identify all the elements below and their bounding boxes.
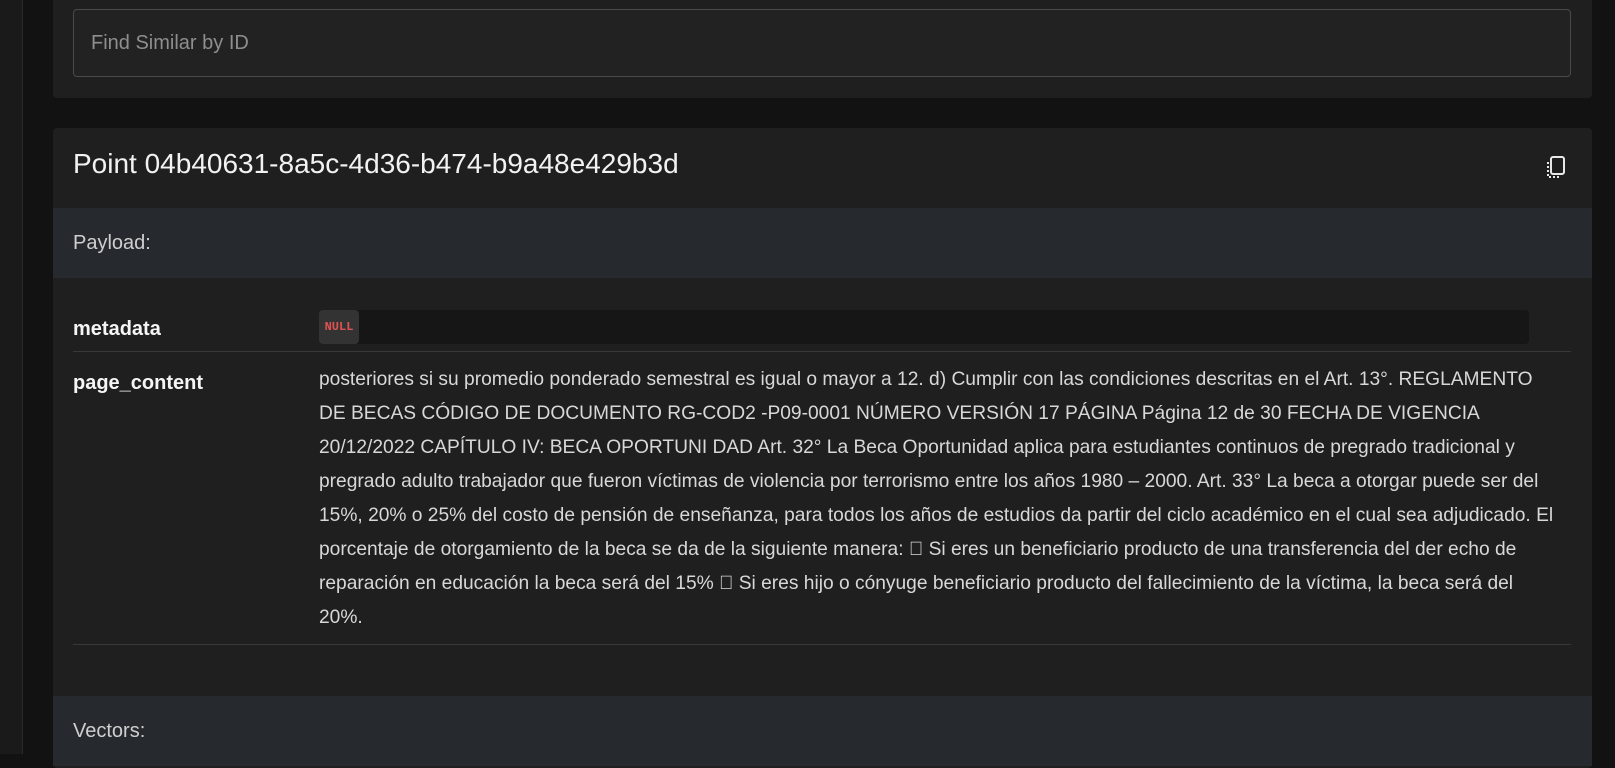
page-content-value: posteriores si su promedio ponderado sem… bbox=[319, 369, 1554, 628]
point-title: Point 04b40631-8a5c-4d36-b474-b9a48e429b… bbox=[73, 148, 679, 179]
page-content-key: page_content bbox=[73, 372, 204, 394]
payload-row-page-content: page_content posteriores si su promedio … bbox=[73, 352, 1571, 645]
payload-section: Payload: bbox=[53, 208, 1592, 278]
payload-row-metadata: metadata NULL bbox=[73, 306, 1571, 352]
point-card: Point 04b40631-8a5c-4d36-b474-b9a48e429b… bbox=[53, 128, 1592, 768]
metadata-key: metadata bbox=[73, 318, 161, 340]
left-rail bbox=[0, 0, 23, 754]
metadata-value: NULL bbox=[319, 310, 1529, 344]
point-header: Point 04b40631-8a5c-4d36-b474-b9a48e429b… bbox=[53, 128, 1592, 208]
find-similar-input[interactable] bbox=[73, 9, 1571, 77]
null-badge: NULL bbox=[319, 310, 359, 344]
copy-icon[interactable] bbox=[1542, 154, 1570, 182]
search-panel bbox=[53, 0, 1592, 98]
payload-label: Payload: bbox=[73, 232, 151, 254]
vectors-label: Vectors: bbox=[73, 720, 146, 742]
vectors-section: Vectors: bbox=[53, 696, 1592, 766]
